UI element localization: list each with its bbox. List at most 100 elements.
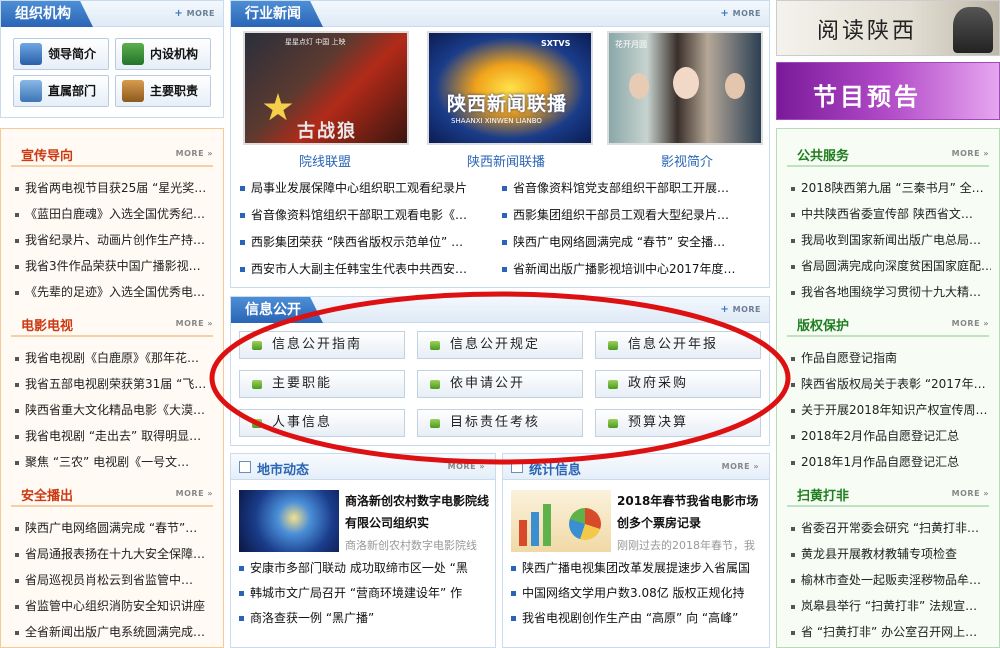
list-item[interactable]: 陕西广播电视集团改革发展提速步入省属国 bbox=[511, 559, 765, 576]
list-item[interactable]: 省监管中心组织消防安全知识讲座 bbox=[15, 597, 215, 614]
org-more-link[interactable]: + MORE bbox=[174, 8, 215, 19]
org-panel: 组织机构 + MORE 领导简介 内设机构 直属部门 主要职责 bbox=[0, 0, 224, 118]
section-title-anti-porn[interactable]: 扫黄打非 bbox=[797, 485, 849, 504]
section-title-propaganda[interactable]: 宣传导向 bbox=[21, 145, 73, 164]
list-item[interactable]: 《蓝田白鹿魂》入选全国优秀纪… bbox=[15, 205, 215, 222]
list-item[interactable]: 关于开展2018年知识产权宣传周… bbox=[791, 401, 991, 418]
divider bbox=[11, 335, 213, 337]
arrow-icon bbox=[430, 419, 440, 428]
bar-chart-bar bbox=[531, 512, 539, 546]
list-item[interactable]: 我省两电视节目获25届 “星光奖… bbox=[15, 179, 215, 196]
list-item[interactable]: 《先辈的足迹》入选全国优秀电… bbox=[15, 283, 215, 300]
info-annual-report-button[interactable]: 信息公开年报 bbox=[595, 331, 761, 359]
list-item[interactable]: 陕西省重大文化精品电影《大漠… bbox=[15, 401, 215, 418]
list-item[interactable]: 省局通报表扬在十九大安全保障… bbox=[15, 545, 215, 562]
list-item[interactable]: 聚焦 “三农” 电视剧《一号文… bbox=[15, 453, 215, 470]
stats-header-icon bbox=[511, 461, 523, 473]
arrow-icon bbox=[430, 380, 440, 389]
thumb-drama[interactable]: 花开月圆 bbox=[607, 31, 763, 145]
org-title: 组织机构 bbox=[1, 1, 93, 27]
list-item[interactable]: 我省五部电视剧荣获第31届 “飞… bbox=[15, 375, 215, 392]
thumb-cinema-big: 古战狼 bbox=[297, 121, 357, 142]
thumb-shaanxi-news[interactable]: SXTVS 陕西新闻联播 SHAANXI XINWEN LIANBO bbox=[427, 31, 593, 145]
industry-more-link[interactable]: + MORE bbox=[720, 8, 761, 19]
info-disclosure-panel: 信息公开 + MORE 信息公开指南 信息公开规定 信息公开年报 主要职能 依申… bbox=[230, 296, 770, 446]
list-item[interactable]: 商洛查获一例 “黑广播” bbox=[239, 609, 489, 626]
list-item[interactable]: 我省电视剧《白鹿原》《那年花… bbox=[15, 349, 215, 366]
anti-porn-more-link[interactable]: MORE » bbox=[952, 489, 989, 498]
main-duties-button[interactable]: 主要职责 bbox=[115, 75, 211, 107]
list-item[interactable]: 2018年1月作品自愿登记汇总 bbox=[791, 453, 991, 470]
stats-feature-image[interactable] bbox=[511, 490, 611, 552]
personnel-info-button[interactable]: 人事信息 bbox=[239, 409, 405, 437]
list-item[interactable]: 我局收到国家新闻出版广电总局… bbox=[791, 231, 991, 248]
list-item[interactable]: 我省电视剧 “走出去” 取得明显… bbox=[15, 427, 215, 444]
list-item[interactable]: 省局巡视员肖松云到省监管中… bbox=[15, 571, 215, 588]
thumb-cinema-caption[interactable]: 院线联盟 bbox=[299, 151, 351, 170]
list-item[interactable]: 我省各地围绕学习贯彻十九大精… bbox=[791, 283, 991, 300]
org-header: 组织机构 + MORE bbox=[1, 1, 223, 27]
leader-intro-button[interactable]: 领导简介 bbox=[13, 38, 109, 70]
pie-chart-icon bbox=[569, 508, 601, 540]
list-item[interactable]: 韩城市文广局召开 “营商环境建设年” 作 bbox=[239, 584, 489, 601]
list-item[interactable]: 榆林市查处一起贩卖淫秽物品牟… bbox=[791, 571, 991, 588]
left-news-column: 宣传导向 MORE » 我省两电视节目获25届 “星光奖… 《蓝田白鹿魂》入选全… bbox=[0, 128, 224, 648]
local-feature-image[interactable] bbox=[239, 490, 339, 552]
list-item[interactable]: 我省电视剧创作生产由 “高原” 向 “高峰” bbox=[511, 609, 765, 626]
thumb-cinema-star bbox=[263, 93, 293, 121]
list-item[interactable]: 省局圆满完成向深度贫困国家庭配… bbox=[791, 257, 991, 274]
public-service-more-link[interactable]: MORE » bbox=[952, 149, 989, 158]
building-icon bbox=[20, 80, 42, 102]
list-item[interactable]: 黄龙县开展教材教辅专项检查 bbox=[791, 545, 991, 562]
info-rules-button[interactable]: 信息公开规定 bbox=[417, 331, 583, 359]
safe-broadcast-more-link[interactable]: MORE » bbox=[176, 489, 213, 498]
stats-more-link[interactable]: MORE » bbox=[722, 462, 759, 471]
local-more-link[interactable]: MORE » bbox=[448, 462, 485, 471]
industry-title: 行业新闻 bbox=[231, 1, 323, 27]
thumb-cinema[interactable]: 星星点灯 中国 上映 古战狼 bbox=[243, 31, 409, 145]
thumb-drama-caption[interactable]: 影视简介 bbox=[661, 151, 713, 170]
person-icon bbox=[20, 43, 42, 65]
stats-panel: 统计信息 MORE » 2018年春节我省电影市场创多个票房记录 刚刚过去的20… bbox=[502, 453, 770, 648]
info-more-link[interactable]: + MORE bbox=[720, 304, 761, 315]
info-header: 信息公开 + MORE bbox=[231, 297, 769, 323]
section-title-film-tv[interactable]: 电影电视 bbox=[21, 315, 73, 334]
list-item[interactable]: 岚皋县举行 “扫黄打非” 法规宣… bbox=[791, 597, 991, 614]
procurement-button[interactable]: 政府采购 bbox=[595, 370, 761, 398]
list-item[interactable]: 省委召开常委会研究 “扫黄打非… bbox=[791, 519, 991, 536]
list-item[interactable]: 安康市多部门联动 成功取缔市区一处 “黑 bbox=[239, 559, 489, 576]
copyright-more-link[interactable]: MORE » bbox=[952, 319, 989, 328]
list-item[interactable]: 作品自愿登记指南 bbox=[791, 349, 991, 366]
list-item[interactable]: 2018陕西第九届 “三秦书月” 全… bbox=[791, 179, 991, 196]
affiliated-dept-button[interactable]: 直属部门 bbox=[13, 75, 109, 107]
stats-feature-title[interactable]: 2018年春节我省电影市场创多个票房记录 bbox=[617, 490, 767, 534]
program-preview-banner[interactable]: 节目预告 bbox=[776, 62, 1000, 120]
section-title-public-service[interactable]: 公共服务 bbox=[797, 145, 849, 164]
list-item[interactable]: 我省纪录片、动画片创作生产持… bbox=[15, 231, 215, 248]
apply-disclosure-button[interactable]: 依申请公开 bbox=[417, 370, 583, 398]
arrow-icon bbox=[252, 380, 262, 389]
section-title-copyright[interactable]: 版权保护 bbox=[797, 315, 849, 334]
list-item[interactable]: 全省新闻出版广电系统圆满完成… bbox=[15, 623, 215, 640]
local-feature-title[interactable]: 商洛新创农村数字电影院线有限公司组织实 bbox=[345, 490, 493, 534]
list-item[interactable]: 中共陕西省委宣传部 陕西省文… bbox=[791, 205, 991, 222]
target-assessment-button[interactable]: 目标责任考核 bbox=[417, 409, 583, 437]
list-item[interactable]: 我省3件作品荣获中国广播影视… bbox=[15, 257, 215, 274]
list-item[interactable]: 省 “扫黄打非” 办公室召开网上… bbox=[791, 623, 991, 640]
info-guide-button[interactable]: 信息公开指南 bbox=[239, 331, 405, 359]
propaganda-more-link[interactable]: MORE » bbox=[176, 149, 213, 158]
read-shaanxi-banner[interactable]: 阅读陕西 bbox=[776, 0, 1000, 56]
list-item[interactable]: 陕西广电网络圆满完成 “春节”… bbox=[15, 519, 215, 536]
main-functions-button[interactable]: 主要职能 bbox=[239, 370, 405, 398]
scholar-figure-icon bbox=[953, 7, 993, 53]
list-item[interactable]: 陕西省版权局关于表彰 “2017年… bbox=[791, 375, 991, 392]
local-title[interactable]: 地市动态 bbox=[257, 459, 309, 478]
stats-title[interactable]: 统计信息 bbox=[529, 459, 581, 478]
budget-button[interactable]: 预算决算 bbox=[595, 409, 761, 437]
list-item[interactable]: 中国网络文学用户数3.08亿 版权正规化持 bbox=[511, 584, 765, 601]
film-tv-more-link[interactable]: MORE » bbox=[176, 319, 213, 328]
thumb-news-caption[interactable]: 陕西新闻联播 bbox=[467, 151, 545, 170]
internal-org-button[interactable]: 内设机构 bbox=[115, 38, 211, 70]
list-item[interactable]: 2018年2月作品自愿登记汇总 bbox=[791, 427, 991, 444]
section-title-safe-broadcast[interactable]: 安全播出 bbox=[21, 485, 73, 504]
